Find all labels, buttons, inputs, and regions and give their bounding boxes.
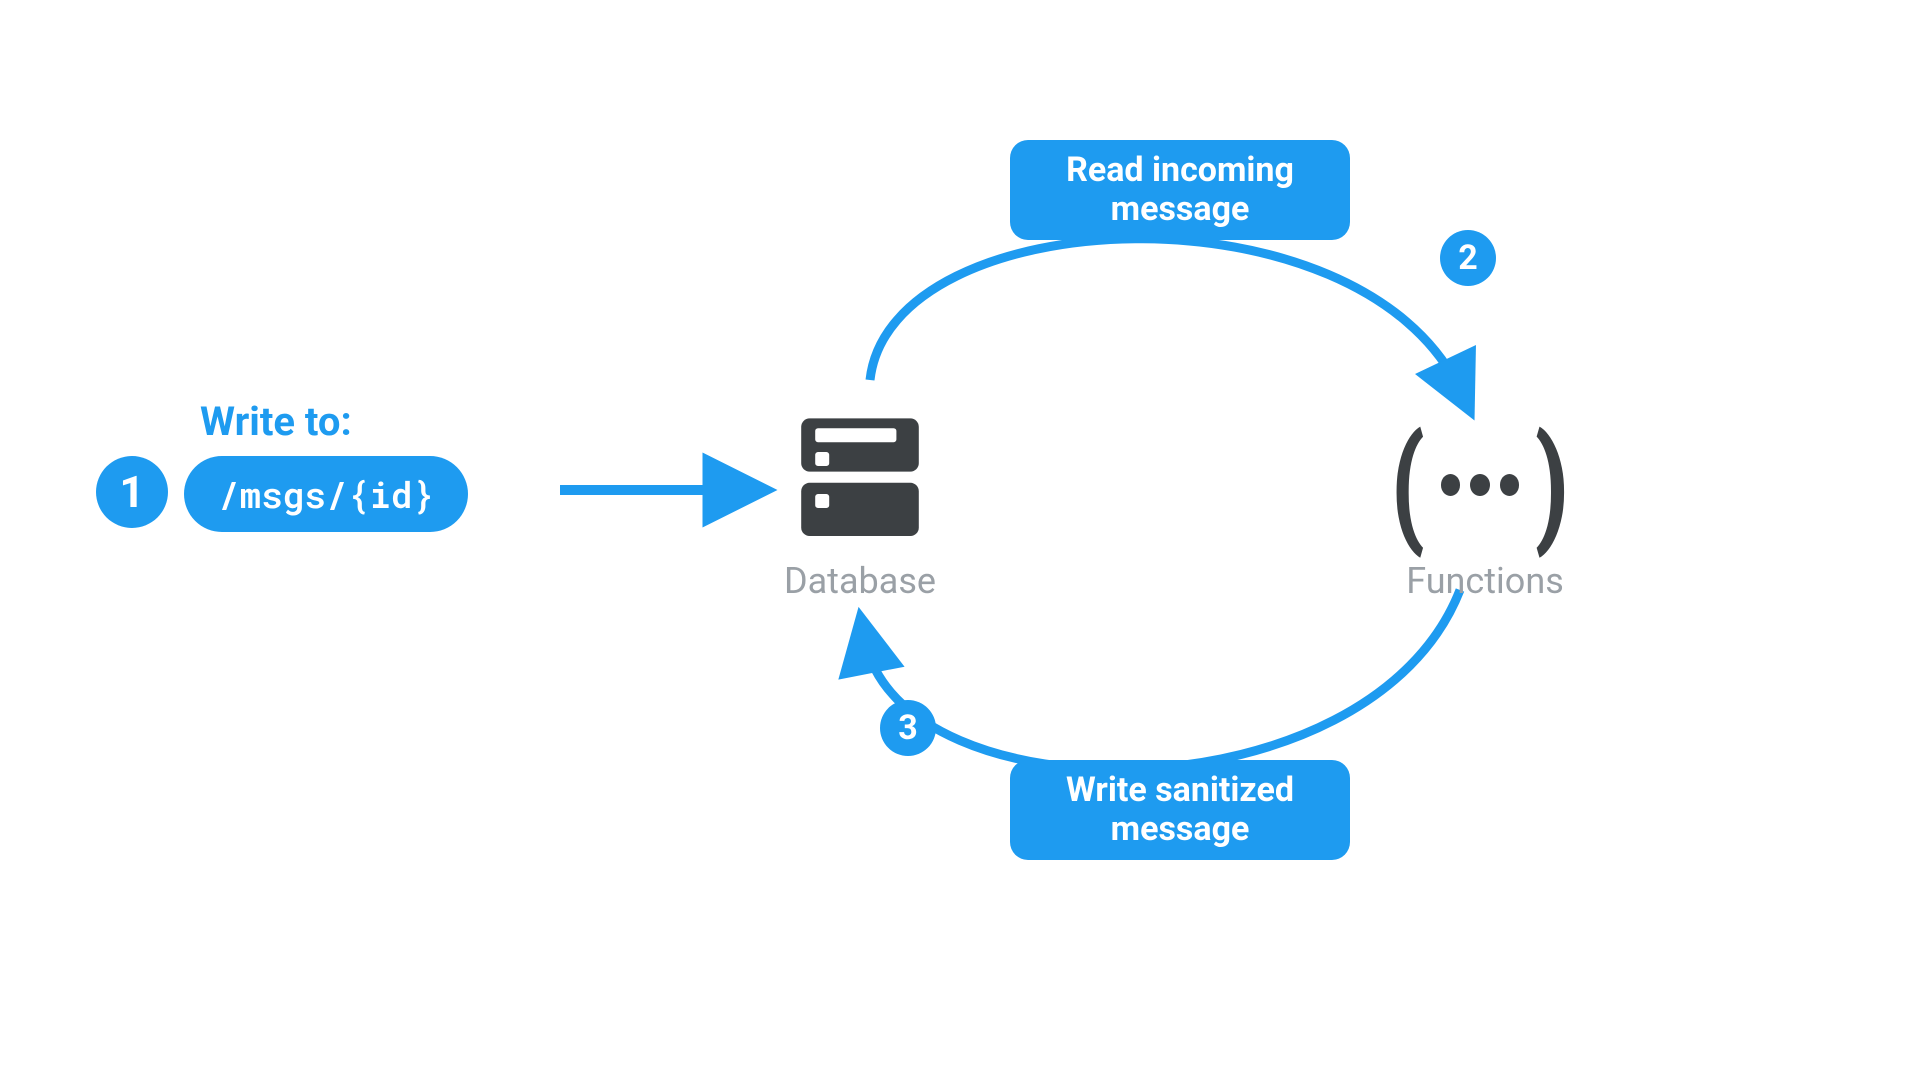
write-path-pill: /msgs/{id}	[184, 456, 468, 532]
dot-icon	[1470, 474, 1490, 496]
database-label: Database	[770, 560, 950, 602]
diagram-stage: Write to: 1 /msgs/{id} Database ( ) Func…	[0, 0, 1920, 1080]
bracket-right-icon: )	[1535, 420, 1569, 550]
step-badge-3: 3	[880, 700, 936, 756]
dot-icon	[1500, 474, 1520, 496]
flow-arrows	[0, 0, 1920, 1080]
bracket-left-icon: (	[1391, 420, 1425, 550]
arc-fn-to-db	[865, 590, 1460, 769]
arc-db-to-fn	[870, 239, 1460, 390]
flow-label-write: Write sanitized message	[1010, 760, 1350, 860]
functions-label: Functions	[1370, 560, 1600, 602]
step-badge-1: 1	[96, 456, 168, 528]
write-to-label: Write to:	[200, 398, 352, 445]
dot-icon	[1441, 474, 1461, 496]
flow-label-read: Read incoming message	[1010, 140, 1350, 240]
step-badge-2: 2	[1440, 230, 1496, 286]
database-icon	[790, 410, 930, 550]
functions-icon: ( )	[1385, 420, 1575, 550]
